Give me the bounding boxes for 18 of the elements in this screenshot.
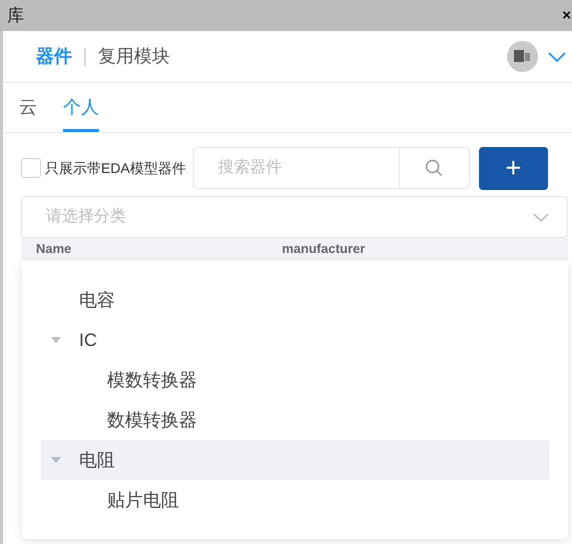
window-title: 库 (7, 4, 24, 27)
search-button[interactable] (400, 147, 470, 189)
tab[interactable]: 复用模块 (98, 43, 170, 70)
checkbox[interactable] (21, 158, 41, 178)
caret-down-icon (51, 337, 61, 343)
checkbox-label[interactable]: 只展示带EDA模型器件 (45, 158, 186, 178)
close-button[interactable]: × (562, 8, 571, 23)
chevron-down-icon[interactable] (548, 52, 566, 62)
tree-item[interactable]: 电阻 (41, 440, 549, 480)
column-header: Name (36, 240, 72, 258)
caret-down-icon (51, 457, 61, 463)
tab[interactable]: 云 (19, 94, 37, 132)
chevron-down-icon (533, 212, 549, 222)
search-icon (425, 159, 444, 177)
add-button[interactable]: + (478, 146, 548, 190)
search-field[interactable]: 搜索器件 (192, 147, 400, 189)
avatar-icon[interactable] (507, 41, 538, 72)
column-header: manufacturer (282, 240, 366, 258)
